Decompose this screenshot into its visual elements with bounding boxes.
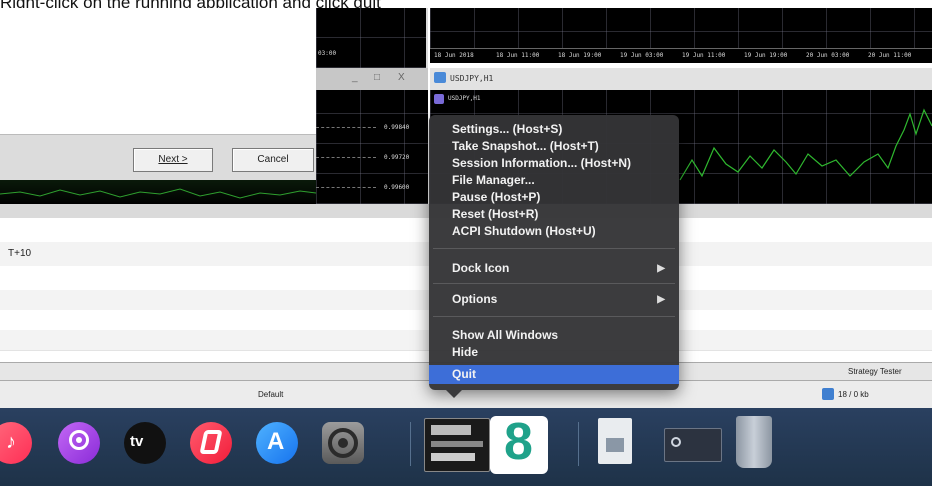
dock: ♪ tv A 8 [0,408,932,486]
menu-separator [433,283,675,284]
strategy-tester-tab[interactable]: Strategy Tester [848,367,902,376]
screenshot-icon[interactable] [664,428,722,462]
app-8-icon[interactable]: 8 [490,413,548,474]
price-line [316,187,376,189]
virtualbox-vm-icon[interactable] [424,418,490,472]
date-label: 19 Jun 11:00 [682,52,726,59]
menu-item-dock-icon-label: Dock Icon [452,261,510,275]
menu-item-show-all-windows[interactable]: Show All Windows [429,327,679,344]
menu-item-quit[interactable]: Quit [429,365,679,384]
window-title: USDJPY,H1 [450,74,494,83]
menu-item-options[interactable]: Options ▶ [429,291,679,308]
panel-divider [0,204,430,218]
music-icon[interactable]: ♪ [0,422,32,464]
menu-item-acpi-shutdown[interactable]: ACPI Shutdown (Host+U) [429,223,679,240]
date-axis: 18 Jun 2018 18 Jun 11:00 18 Jun 19:00 19… [430,48,932,63]
status-traffic: 18 / 0 kb [838,390,869,399]
submenu-arrow-icon: ▶ [657,294,665,305]
menu-separator [433,316,675,317]
menu-pointer [446,390,462,398]
price-line [316,127,376,129]
date-label: 20 Jun 03:00 [806,52,850,59]
wizard-content-area [0,8,317,135]
next-button[interactable]: Next > [133,148,213,172]
apple-tv-label: tv [130,433,144,450]
cancel-button-label: Cancel [257,154,289,165]
document-icon[interactable] [598,418,632,464]
menu-item-settings[interactable]: Settings... (Host+S) [429,121,679,138]
left-chart-candles [0,188,325,199]
date-label: 20 Jun 11:00 [868,52,912,59]
left-chart-price-pane [316,90,428,204]
dock-separator [410,422,411,466]
trash-icon[interactable] [736,416,772,468]
status-profile: Default [258,390,284,399]
menu-separator [433,248,675,249]
close-button[interactable]: X [398,72,405,83]
maximize-button[interactable]: □ [374,72,380,83]
system-preferences-icon[interactable] [322,422,364,464]
price-label: 0.99840 [384,124,410,131]
left-chart-window-bar: _ □ X [316,68,428,91]
chart-window-icon [434,72,446,83]
menu-item-take-snapshot[interactable]: Take Snapshot... (Host+T) [429,138,679,155]
menu-item-pause[interactable]: Pause (Host+P) [429,189,679,206]
connection-icon [822,388,834,400]
dock-separator [578,422,579,466]
time-axis-label: 03:00 [318,50,337,57]
podcasts-icon[interactable] [58,422,100,464]
date-label: 19 Jun 03:00 [620,52,664,59]
usdjpy-window-title-bar[interactable]: USDJPY,H1 [430,68,932,91]
date-label: 18 Jun 19:00 [558,52,602,59]
news-icon[interactable] [190,422,232,464]
price-line [316,157,376,159]
minimize-button[interactable]: _ [352,72,358,83]
apple-tv-icon[interactable]: tv [124,422,166,464]
terminal-row-text: T+10 [8,248,32,259]
date-label: 18 Jun 11:00 [496,52,540,59]
price-label: 0.99600 [384,184,410,191]
menu-item-dock-icon[interactable]: Dock Icon ▶ [429,260,679,277]
menu-item-file-manager[interactable]: File Manager... [429,172,679,189]
menu-item-reset[interactable]: Reset (Host+R) [429,206,679,223]
dock-context-menu: Settings... (Host+S) Take Snapshot... (H… [429,115,679,390]
menu-item-options-label: Options [452,292,498,306]
menu-item-session-information[interactable]: Session Information... (Host+N) [429,155,679,172]
app-store-icon[interactable]: A [256,422,298,464]
date-label: 19 Jun 19:00 [744,52,788,59]
next-button-label: Next > [158,154,188,165]
price-label: 0.99720 [384,154,410,161]
left-chart-top [316,8,426,68]
submenu-arrow-icon: ▶ [657,263,665,274]
menu-item-hide[interactable]: Hide [429,344,679,361]
date-label: 18 Jun 2018 [434,52,474,59]
left-chart-strip [0,180,325,204]
cancel-button[interactable]: Cancel [232,148,314,172]
